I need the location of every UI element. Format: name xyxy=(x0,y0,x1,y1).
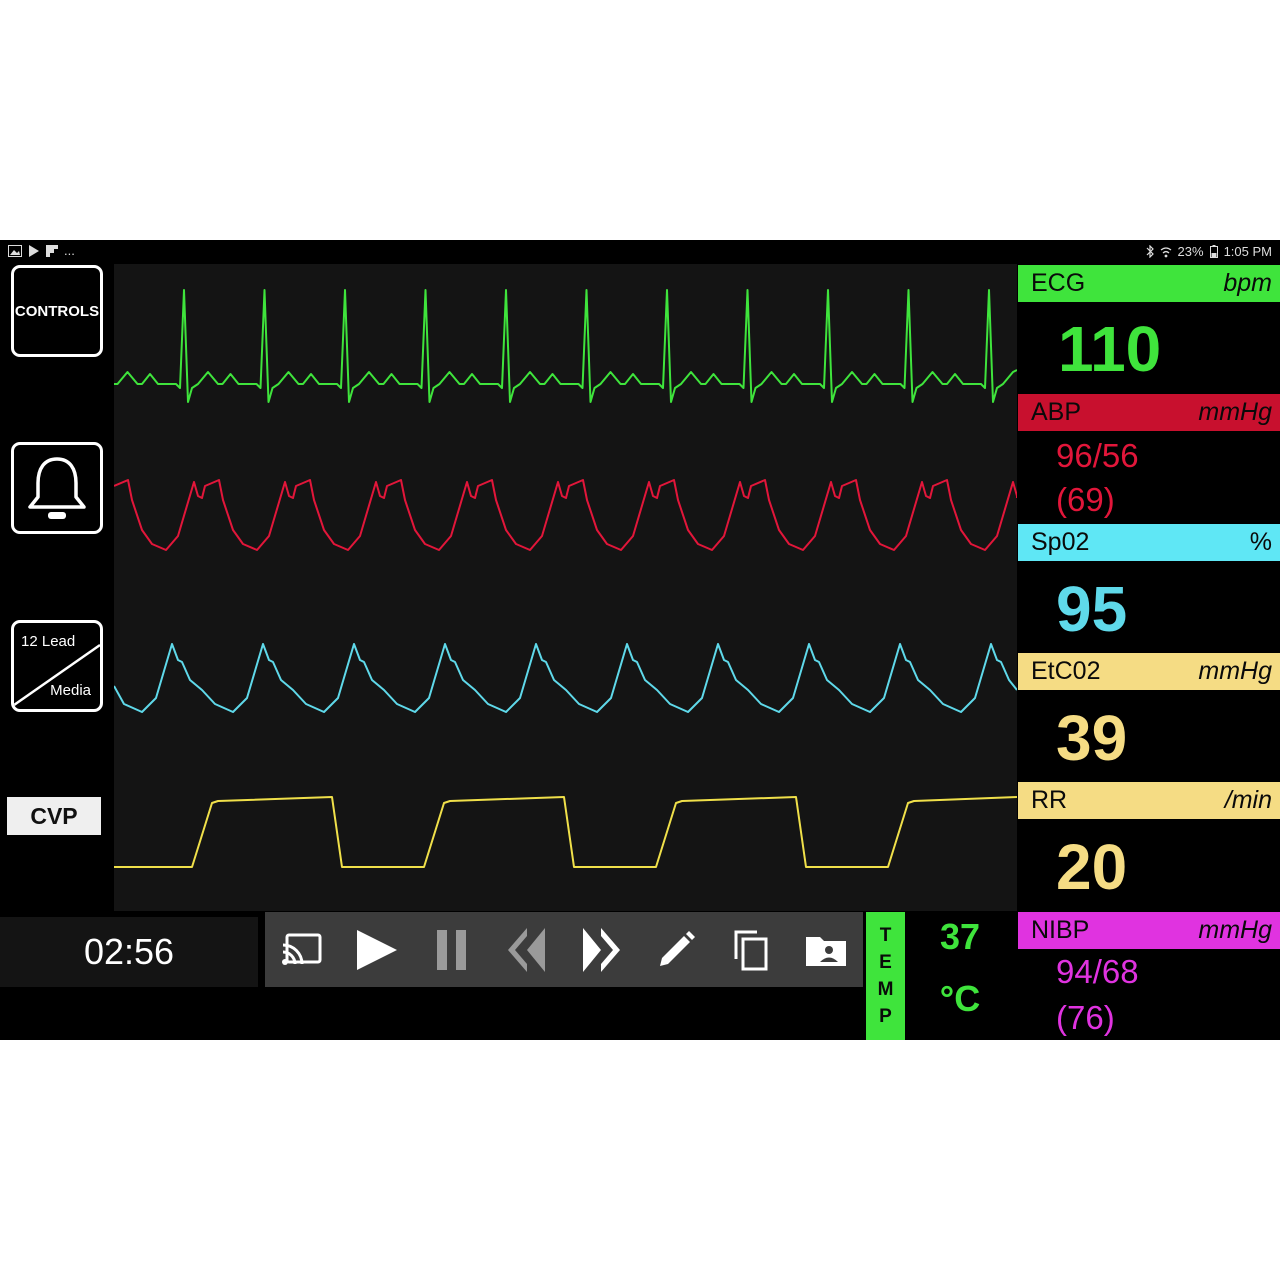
patient-monitor-screen: ... 23% 1:05 PM CONTROLS 12 Lead Media C… xyxy=(0,240,1280,1040)
ecg-unit: bpm xyxy=(1223,269,1272,297)
rr-label: RR xyxy=(1031,786,1068,814)
nibp-header: NIBP mmHg xyxy=(1018,912,1280,949)
abp-waveform xyxy=(113,479,1018,551)
twelve-lead-media-button[interactable]: 12 Lead Media xyxy=(11,620,103,712)
playback-toolbar xyxy=(265,912,863,987)
abp-unit: mmHg xyxy=(1198,398,1272,426)
etco2-label: EtC02 xyxy=(1031,657,1101,685)
cast-button[interactable] xyxy=(278,926,326,974)
rewind-icon xyxy=(507,927,545,972)
spo2-header: Sp02 % xyxy=(1018,524,1280,561)
ecg-header: ECG bpm xyxy=(1018,265,1280,302)
rr-value: 20 xyxy=(1056,831,1128,903)
abp-value: 96/56 xyxy=(1056,437,1139,474)
cast-icon xyxy=(282,933,322,965)
status-left: ... xyxy=(8,243,75,258)
play-store-icon xyxy=(29,244,39,257)
alarm-button[interactable] xyxy=(11,442,103,534)
rr-header: RR /min xyxy=(1018,782,1280,819)
status-right: 23% 1:05 PM xyxy=(1146,244,1272,259)
spo2-unit: % xyxy=(1249,528,1272,556)
temp-value: 37 xyxy=(939,916,981,957)
waveform-area xyxy=(113,264,1018,911)
nibp-unit: mmHg xyxy=(1198,916,1272,944)
rewind-button[interactable] xyxy=(503,926,551,974)
patient-folder-button[interactable] xyxy=(802,926,850,974)
play-icon xyxy=(357,929,398,970)
wifi-icon xyxy=(1160,246,1171,257)
temp-label: T E M P xyxy=(866,912,905,1040)
temp-letter: E xyxy=(879,952,892,973)
nibp-mean: (76) xyxy=(1056,999,1115,1036)
ecg-value: 110 xyxy=(1058,313,1162,385)
rr-unit: /min xyxy=(1224,786,1272,814)
spo2-value: 95 xyxy=(1056,573,1128,645)
status-time: 1:05 PM xyxy=(1223,244,1272,259)
flipboard-icon xyxy=(46,244,58,257)
folder-contact-icon xyxy=(805,936,846,966)
media-label[interactable]: Media xyxy=(50,682,91,699)
pencil-icon xyxy=(660,930,696,966)
bell-icon xyxy=(28,457,86,519)
temp-letter: T xyxy=(879,925,892,946)
bluetooth-icon xyxy=(1146,245,1154,258)
play-button[interactable] xyxy=(353,926,401,974)
status-bar: ... 23% 1:05 PM xyxy=(0,240,1280,264)
abp-header: ABP mmHg xyxy=(1018,394,1280,431)
image-icon xyxy=(8,244,22,257)
copy-button[interactable] xyxy=(727,926,775,974)
temp-letter: M xyxy=(877,979,894,1000)
nibp-value: 94/68 xyxy=(1056,953,1139,990)
pause-button[interactable] xyxy=(428,926,476,974)
abp-mean: (69) xyxy=(1056,481,1115,518)
ecg-label: ECG xyxy=(1031,269,1086,297)
controls-label: CONTROLS xyxy=(14,302,100,320)
battery-percent: 23% xyxy=(1177,244,1204,259)
etco2-unit: mmHg xyxy=(1198,657,1272,685)
fast-forward-button[interactable] xyxy=(577,926,625,974)
cvp-waveform xyxy=(114,796,1018,868)
copy-icon xyxy=(734,930,768,970)
etco2-header: EtC02 mmHg xyxy=(1018,653,1280,690)
waveform-canvas xyxy=(113,289,1018,868)
twelve-lead-label[interactable]: 12 Lead xyxy=(21,633,75,650)
edit-button[interactable] xyxy=(652,926,700,974)
spo2-label: Sp02 xyxy=(1031,528,1090,556)
status-more: ... xyxy=(64,243,75,258)
etco2-value: 39 xyxy=(1056,702,1128,774)
battery-icon xyxy=(1209,245,1218,258)
abp-label: ABP xyxy=(1031,398,1082,426)
fast-forward-icon xyxy=(583,927,621,972)
controls-button[interactable]: CONTROLS xyxy=(11,265,103,357)
temp-unit: °C xyxy=(939,978,981,1019)
spo2-waveform xyxy=(113,643,1018,713)
temp-letter: P xyxy=(879,1006,892,1027)
ecg-waveform xyxy=(114,289,1018,403)
elapsed-timer: 02:56 xyxy=(0,917,258,987)
nibp-label: NIBP xyxy=(1031,916,1090,944)
pause-icon xyxy=(436,929,466,970)
cvp-label: CVP xyxy=(7,797,101,835)
